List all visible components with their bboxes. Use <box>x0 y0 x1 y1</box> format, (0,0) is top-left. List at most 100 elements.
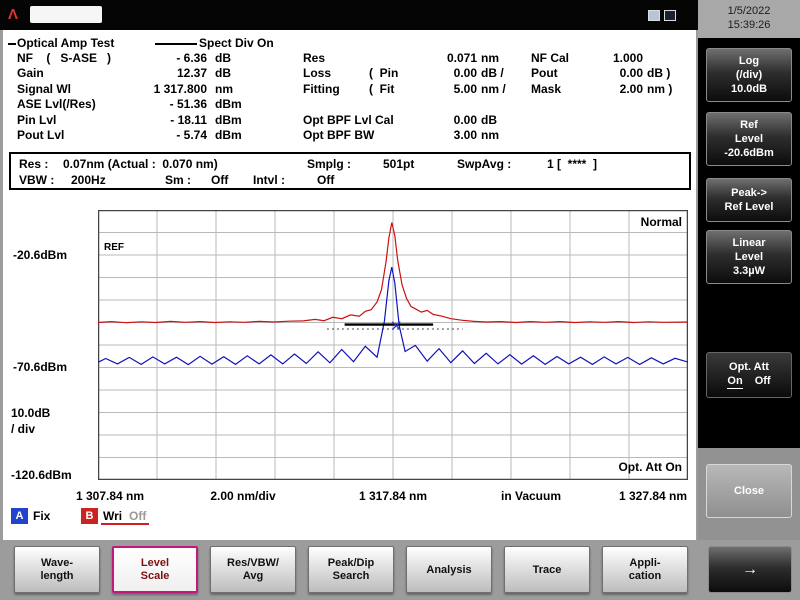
y-label-mid: -70.6dBm <box>13 360 67 374</box>
res-vbw-line1: Res/VBW/ <box>227 557 279 569</box>
wavelength-line2: length <box>41 570 74 582</box>
res-vbw-avg-button[interactable]: Res/VBW/Avg <box>210 546 296 593</box>
bpf-bw-e1 <box>531 128 581 142</box>
test-title: Optical Amp Test <box>17 36 114 50</box>
opt-att-title: Opt. Att <box>729 361 769 373</box>
analysis-button[interactable]: Analysis <box>406 546 492 593</box>
peak-dip-line1: Peak/Dip <box>328 557 374 569</box>
opt-att-off-option[interactable]: Off <box>755 375 771 389</box>
level-scale-button[interactable]: LevelScale <box>112 546 198 593</box>
bpf-bw-sp <box>369 128 411 142</box>
peak-to-ref-button[interactable]: Peak-> Ref Level <box>706 178 792 222</box>
y-label-ref: -20.6dBm <box>13 248 67 262</box>
res-paren <box>369 51 411 65</box>
trace-b-underline <box>101 523 149 525</box>
res-label: Res <box>303 51 365 65</box>
bpf-cal-sp <box>369 113 411 127</box>
bpf-cal-value: 0.00 <box>415 113 477 127</box>
log-div-line1: Log <box>739 55 759 67</box>
nf-label: NF ( S-ASE ) <box>17 51 137 65</box>
res-value: 0.071 <box>415 51 477 65</box>
param-row-signal-wl: Signal Wl1 317.800nm <box>17 82 259 96</box>
log-div-button[interactable]: Log (/div) 10.0dB <box>706 48 792 102</box>
ase-unit: dBm <box>215 97 259 111</box>
opt-att-status-label: Opt. Att On <box>590 460 682 474</box>
opt-att-toggle[interactable]: Opt. Att On Off <box>706 352 792 398</box>
res-end <box>647 51 683 65</box>
window-close-icon[interactable] <box>664 10 676 21</box>
trace-a-mode: Fix <box>33 509 50 523</box>
param-row-res: Res0.071nmNF Cal1.000 <box>303 51 683 65</box>
bpf-cal-e2 <box>585 113 643 127</box>
log-div-line2: (/div) <box>736 69 762 81</box>
opt-att-on-option[interactable]: On <box>727 375 742 389</box>
trace-a-badge: A <box>11 508 28 524</box>
trace-b-state: Off <box>129 509 146 523</box>
status-sm-value: Off <box>211 173 228 187</box>
close-button-label: Close <box>734 485 764 497</box>
status-vbw-label: VBW : <box>19 173 54 187</box>
mask-unit: nm ) <box>647 82 683 96</box>
trace-b-mode: Wri <box>103 509 122 523</box>
close-button[interactable]: Close <box>706 464 792 518</box>
peak-to-ref-line1: Peak-> <box>731 187 767 199</box>
peak-dip-search-button[interactable]: Peak/DipSearch <box>308 546 394 593</box>
loss-pout-value: 0.00 <box>585 66 643 80</box>
linear-level-value: 3.3µW <box>733 265 765 277</box>
spectrum-plot <box>98 210 688 480</box>
level-scale-line2: Scale <box>141 570 170 582</box>
gain-unit: dB <box>215 66 259 80</box>
bpf-bw-unit: nm <box>481 128 527 142</box>
peak-to-ref-line2: Ref Level <box>725 201 774 213</box>
wavelength-line1: Wave- <box>41 557 73 569</box>
signal-wl-value: 1 317.800 <box>145 82 207 96</box>
bpf-cal-label: Opt BPF Lvl Cal <box>303 113 365 127</box>
trace-button[interactable]: Trace <box>504 546 590 593</box>
sweep-status-box: Res : 0.07nm (Actual : 0.070 nm) Smplg :… <box>9 152 691 190</box>
fit-unit: nm / <box>481 82 527 96</box>
status-res-value: 0.07nm (Actual : 0.070 nm) <box>63 157 218 171</box>
pout-label: Pout Lvl <box>17 128 137 142</box>
next-menu-button[interactable]: → <box>708 546 792 593</box>
ase-value: - 51.36 <box>145 97 207 111</box>
mask-value: 2.00 <box>585 82 643 96</box>
gain-label: Gain <box>17 66 137 80</box>
trace-mode-label: Normal <box>598 215 682 229</box>
loss-pin-label: ( Pin <box>369 66 411 80</box>
application-line1: Appli- <box>629 557 660 569</box>
window-restore-icon[interactable] <box>648 10 660 21</box>
header-rule-mid <box>155 43 197 45</box>
bpf-cal-e3 <box>647 113 683 127</box>
param-row-pout: Pout Lvl- 5.74dBm <box>17 128 259 142</box>
ref-level-button[interactable]: Ref Level -20.6dBm <box>706 112 792 166</box>
pin-label: Pin Lvl <box>17 113 137 127</box>
y-label-div-1: 10.0dB <box>11 406 50 420</box>
signal-wl-label: Signal Wl <box>17 82 137 96</box>
ase-label: ASE Lvl(/Res) <box>17 97 137 111</box>
wavelength-button[interactable]: Wave-length <box>14 546 100 593</box>
fit-label: ( Fit <box>369 82 411 96</box>
status-smplg-value: 501pt <box>383 157 414 171</box>
application-button[interactable]: Appli-cation <box>602 546 688 593</box>
y-label-bottom: -120.6dBm <box>11 468 72 482</box>
nf-value: - 6.36 <box>145 51 207 65</box>
status-res-label: Res : <box>19 157 48 171</box>
param-row-pin: Pin Lvl- 18.11dBm <box>17 113 259 127</box>
loss-label: Loss <box>303 66 365 80</box>
analysis-label: Analysis <box>426 564 471 576</box>
linear-level-button[interactable]: Linear Level 3.3µW <box>706 230 792 284</box>
log-div-value: 10.0dB <box>731 83 767 95</box>
loss-pin-value: 0.00 <box>415 66 477 80</box>
level-scale-line1: Level <box>141 557 169 569</box>
spect-div-status: Spect Div On <box>199 36 274 50</box>
x-label-start: 1 307.84 nm <box>60 489 160 503</box>
status-vbw-value: 200Hz <box>71 173 106 187</box>
param-row-gain: Gain12.37dB <box>17 66 259 80</box>
status-intvl-label: Intvl : <box>253 173 285 187</box>
loss-pin-unit: dB / <box>481 66 527 80</box>
loss-pout-label: Pout <box>531 66 581 80</box>
date-label: 1/5/2022 <box>698 4 800 18</box>
x-label-end: 1 327.84 nm <box>603 489 703 503</box>
header-rule-left <box>8 43 16 45</box>
peak-dip-line2: Search <box>333 570 370 582</box>
